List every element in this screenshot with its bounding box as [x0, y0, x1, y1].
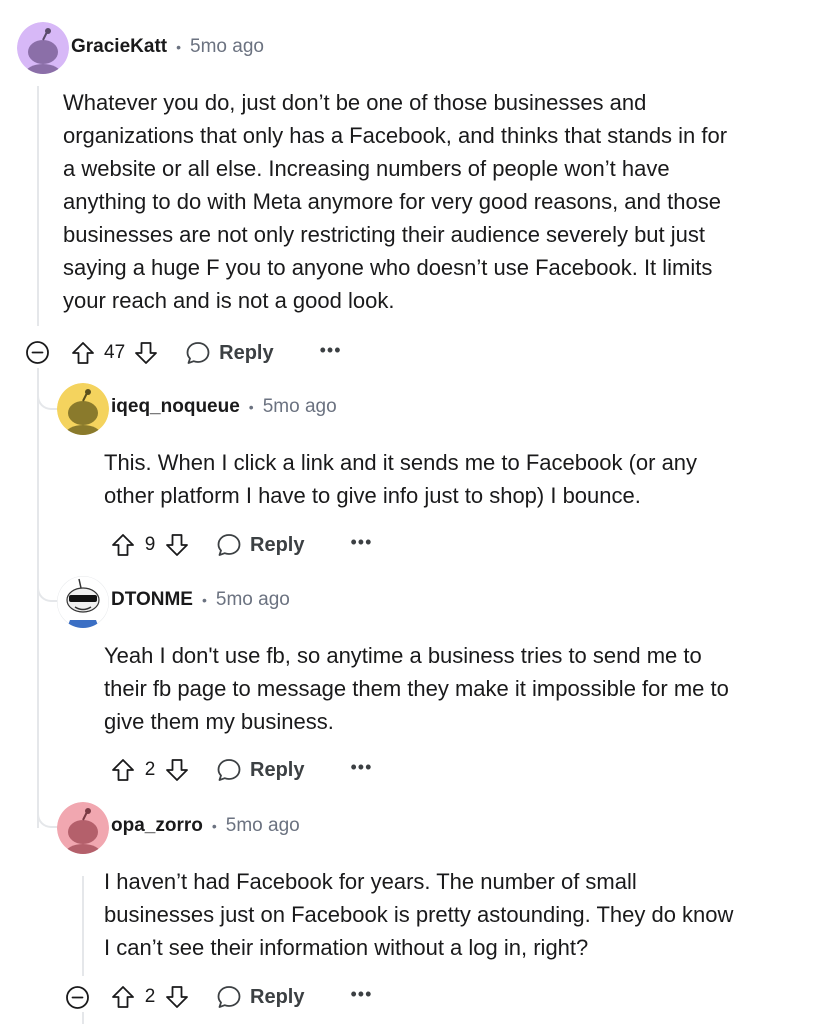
- separator-dot: •: [201, 592, 207, 608]
- comment-line: organizations that only has a Facebook, …: [63, 123, 728, 148]
- reply-label: Reply: [250, 533, 305, 556]
- comment-line: give them my business.: [104, 709, 334, 734]
- timestamp[interactable]: 5mo ago: [190, 36, 264, 58]
- comment-actions: 9 Reply •••: [110, 527, 372, 563]
- arrow-down-icon: [166, 534, 188, 556]
- avatar[interactable]: [57, 383, 109, 435]
- comment-body: This. When I click a link and it sends m…: [104, 446, 697, 512]
- thread-line-main: [37, 86, 39, 326]
- comment-line: businesses just on Facebook is pretty as…: [104, 902, 734, 927]
- avatar[interactable]: [57, 802, 109, 854]
- vote-count: 47: [104, 342, 126, 363]
- comment-meta: GracieKatt • 5mo ago: [71, 36, 264, 58]
- username[interactable]: opa_zorro: [111, 815, 203, 837]
- speech-bubble-icon: [217, 534, 241, 556]
- comment-line: Yeah I don't use fb, so anytime a busine…: [104, 643, 702, 668]
- downvote-button[interactable]: [164, 984, 190, 1010]
- more-options-button[interactable]: •••: [350, 533, 372, 557]
- separator-dot: •: [211, 818, 217, 834]
- speech-bubble-icon: [217, 759, 241, 781]
- reply-button[interactable]: Reply: [185, 340, 274, 366]
- arrow-down-icon: [166, 759, 188, 781]
- comment-body: I haven’t had Facebook for years. The nu…: [104, 865, 733, 964]
- arrow-up-icon: [112, 986, 134, 1008]
- comment-line: businesses are not only restricting thei…: [63, 222, 706, 247]
- reply-button[interactable]: Reply: [216, 532, 304, 558]
- arrow-up-icon: [112, 534, 134, 556]
- username[interactable]: iqeq_noqueue: [111, 396, 240, 418]
- speech-bubble-icon: [217, 986, 241, 1008]
- minus-circle-icon: [26, 341, 49, 364]
- arrow-up-icon: [112, 759, 134, 781]
- comment-line: your reach and is not a good look.: [63, 288, 395, 313]
- upvote-button[interactable]: [110, 532, 136, 558]
- vote-count: 9: [144, 534, 156, 555]
- comment-line: I haven’t had Facebook for years. The nu…: [104, 869, 637, 894]
- downvote-button[interactable]: [164, 532, 190, 558]
- vote-count: 2: [144, 986, 156, 1007]
- reply-button[interactable]: Reply: [216, 984, 304, 1010]
- comment-line: other platform I have to give info just …: [104, 483, 641, 508]
- reply-label: Reply: [250, 985, 305, 1008]
- comment-body: Yeah I don't use fb, so anytime a busine…: [104, 639, 729, 738]
- comment-actions: 47 Reply •••: [70, 335, 342, 371]
- more-options-button[interactable]: •••: [350, 985, 372, 1009]
- upvote-button[interactable]: [70, 340, 96, 366]
- timestamp[interactable]: 5mo ago: [226, 815, 300, 837]
- comment-meta: opa_zorro • 5mo ago: [111, 815, 300, 837]
- speech-bubble-icon: [186, 342, 210, 364]
- collapse-thread-button[interactable]: [65, 985, 90, 1015]
- comment-meta: iqeq_noqueue • 5mo ago: [111, 396, 337, 418]
- comment-line: This. When I click a link and it sends m…: [104, 450, 698, 475]
- timestamp[interactable]: 5mo ago: [216, 589, 290, 611]
- avatar[interactable]: [57, 576, 109, 628]
- reply-label: Reply: [219, 341, 274, 364]
- username[interactable]: GracieKatt: [71, 36, 167, 58]
- upvote-button[interactable]: [110, 757, 136, 783]
- comment-line: Whatever you do, just don’t be one of th…: [63, 90, 647, 115]
- collapse-thread-button[interactable]: [25, 340, 50, 370]
- username[interactable]: DTONME: [111, 589, 193, 611]
- thread-line-main: [37, 368, 39, 828]
- more-options-button[interactable]: •••: [350, 758, 372, 782]
- arrow-down-icon: [135, 342, 158, 364]
- comment-actions: 2 Reply •••: [110, 979, 372, 1015]
- comment-line: saying a huge F you to anyone who doesn’…: [63, 255, 713, 280]
- reply-button[interactable]: Reply: [216, 757, 304, 783]
- thread-line-reply: [82, 876, 84, 976]
- comment-line: anything to do with Meta anymore for ver…: [63, 189, 721, 214]
- comment-line: their fb page to message them they make …: [104, 676, 729, 701]
- separator-dot: •: [248, 399, 254, 415]
- arrow-down-icon: [166, 986, 188, 1008]
- comment-line: I can’t see their information without a …: [104, 935, 589, 960]
- comment-actions: 2 Reply •••: [110, 752, 372, 788]
- separator-dot: •: [176, 39, 182, 55]
- downvote-button[interactable]: [164, 757, 190, 783]
- comment-body: Whatever you do, just don’t be one of th…: [63, 86, 727, 317]
- comment-line: a website or all else. Increasing number…: [63, 156, 670, 181]
- comment-meta: DTONME • 5mo ago: [111, 589, 290, 611]
- avatar[interactable]: [17, 22, 69, 74]
- vote-count: 2: [144, 759, 156, 780]
- more-options-button[interactable]: •••: [320, 341, 342, 365]
- timestamp[interactable]: 5mo ago: [263, 396, 337, 418]
- reply-label: Reply: [250, 758, 305, 781]
- downvote-button[interactable]: [133, 340, 159, 366]
- upvote-button[interactable]: [110, 984, 136, 1010]
- arrow-up-icon: [72, 342, 94, 364]
- minus-circle-icon: [66, 986, 89, 1009]
